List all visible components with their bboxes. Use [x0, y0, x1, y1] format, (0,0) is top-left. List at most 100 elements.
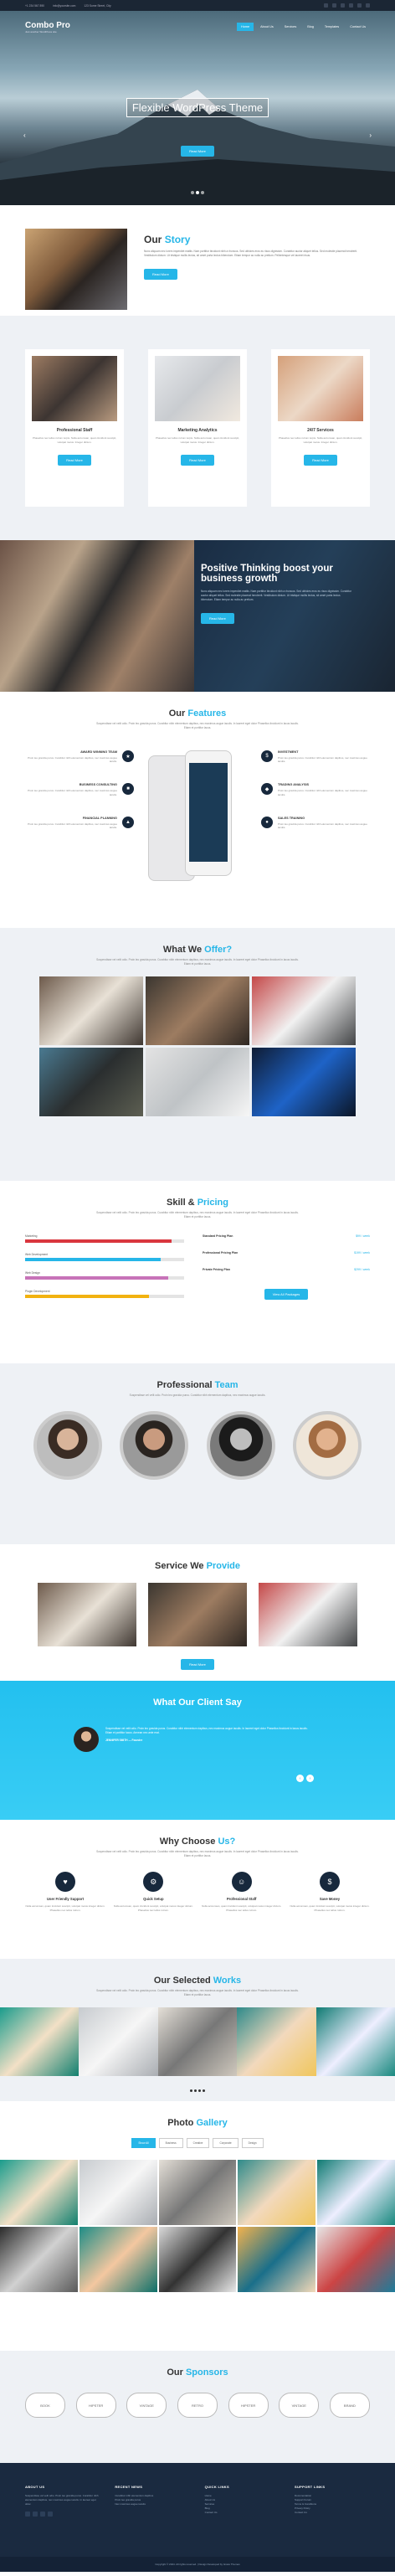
footer-link[interactable]: Contact Us [295, 2511, 370, 2515]
facebook-icon[interactable] [25, 2512, 30, 2517]
facebook-icon[interactable] [324, 3, 328, 8]
sponsor-logo[interactable]: VINTAGE [279, 2393, 320, 2418]
hero-read-more-button[interactable]: Read More [181, 146, 214, 157]
gallery-tab-corporate[interactable]: Corporate [213, 2138, 239, 2148]
sponsor-logo[interactable]: VINTAGE [126, 2393, 167, 2418]
skill-fill [25, 1276, 168, 1280]
card-text: Phasellus nec tellus rutrum turpis. Null… [155, 436, 240, 444]
gallery-image[interactable] [158, 2227, 237, 2292]
gallery-image[interactable] [158, 2160, 237, 2225]
offer-image[interactable] [252, 1048, 356, 1116]
menu-item-contact[interactable]: Contact Us [346, 23, 370, 31]
story-read-more-button[interactable]: Read More [144, 269, 177, 280]
offer-image[interactable] [39, 976, 143, 1045]
service-image[interactable] [148, 1583, 247, 1646]
work-image[interactable] [79, 2007, 158, 2076]
sponsor-logos: BOOK HIPSTER VINTAGE RETRO HIPSTER VINTA… [0, 2393, 395, 2418]
offer-image[interactable] [252, 976, 356, 1045]
linkedin-icon[interactable] [40, 2512, 45, 2517]
slider-next-icon[interactable]: › [369, 131, 372, 139]
pinterest-icon[interactable] [357, 3, 362, 8]
gallery-tab-all[interactable]: Show All [131, 2138, 156, 2148]
team-member-avatar[interactable] [120, 1411, 189, 1480]
work-image[interactable] [237, 2007, 316, 2076]
works-dot[interactable] [194, 2089, 197, 2092]
card-read-more-button[interactable]: Read More [304, 455, 337, 466]
sponsor-logo[interactable]: BOOK [25, 2393, 65, 2418]
sponsor-logo[interactable]: HIPSTER [228, 2393, 269, 2418]
feature-item: ★ AWARD WINNING TEAM Proin leo gravida pur… [25, 750, 134, 763]
slider-prev-icon[interactable]: ‹ [23, 131, 26, 139]
team-member-avatar[interactable] [33, 1411, 102, 1480]
what-we-offer-section: What We Offer? Suspendisse vel velit odi… [0, 928, 395, 1181]
sponsor-logo[interactable]: RETRO [177, 2393, 218, 2418]
works-dot[interactable] [190, 2089, 192, 2092]
card-read-more-button[interactable]: Read More [181, 455, 214, 466]
menu-item-services[interactable]: Services [280, 23, 301, 31]
gallery-image[interactable] [79, 2160, 157, 2225]
gallery-image[interactable] [317, 2160, 395, 2225]
google-plus-icon[interactable] [349, 3, 353, 8]
works-dot[interactable] [203, 2089, 205, 2092]
gallery-tab-business[interactable]: Business [158, 2138, 183, 2148]
gallery-image[interactable] [238, 2227, 316, 2292]
services-read-more-button[interactable]: Read More [181, 1659, 214, 1670]
sponsor-logo[interactable]: HIPSTER [75, 2393, 116, 2418]
sponsor-logo[interactable]: BRAND [329, 2393, 370, 2418]
offer-image[interactable] [146, 976, 249, 1045]
gallery-image[interactable] [0, 2227, 78, 2292]
offer-image[interactable] [39, 1048, 143, 1116]
view-packages-button[interactable]: View All Packages [264, 1289, 309, 1300]
slider-dot[interactable] [191, 191, 194, 194]
top-bar: +1 234 567 890 info@yoursite.com 123 Som… [0, 0, 395, 11]
testimonial-prev-icon[interactable]: ‹ [296, 1775, 304, 1782]
slider-dot[interactable] [201, 191, 204, 194]
news-link[interactable]: Nec maximus augue iaculis [115, 2502, 190, 2506]
card-professional-staff: Professional Staff Phasellus nec tellus … [25, 349, 124, 507]
footer-link[interactable]: Contact Us [205, 2511, 280, 2515]
feature-text: Proin leo gravida purus. Curabitur nibh … [278, 789, 367, 796]
card-read-more-button[interactable]: Read More [58, 455, 91, 466]
gallery-image[interactable] [238, 2160, 316, 2225]
footer-heading: QUICK LINKS [204, 2485, 229, 2489]
twitter-icon[interactable] [33, 2512, 38, 2517]
news-list: Curabitur nibh elementum dapibus Proin l… [115, 2494, 190, 2506]
testimonial-next-icon[interactable]: › [306, 1775, 314, 1782]
linkedin-icon[interactable] [341, 3, 345, 8]
twitter-icon[interactable] [332, 3, 336, 8]
feature-text: Proin leo gravida purus. Curabitur nibh … [28, 756, 117, 764]
menu-item-about[interactable]: About Us [256, 23, 278, 31]
team-member-avatar[interactable] [206, 1411, 275, 1480]
menu-item-blog[interactable]: Blog [303, 23, 318, 31]
instagram-icon[interactable] [366, 3, 370, 8]
menu-item-templates[interactable]: Templates [321, 23, 343, 31]
work-image[interactable] [0, 2007, 80, 2076]
feature-title: TRADING ANALYSIS [278, 783, 310, 787]
feature-item: ◆ TRADING ANALYSIS Proin leo gravida purus… [261, 783, 370, 796]
menu-item-home[interactable]: Home [236, 23, 254, 31]
gallery-image[interactable] [79, 2227, 157, 2292]
card-marketing-analytics: Marketing Analytics Phasellus nec tellus… [148, 349, 247, 507]
offer-image[interactable] [146, 1048, 249, 1116]
service-we-provide-section: Service We Provide Read More [0, 1544, 395, 1681]
gallery-image[interactable] [317, 2227, 395, 2292]
service-image[interactable] [259, 1583, 357, 1646]
gallery-image[interactable] [0, 2160, 78, 2225]
skill-label: Marketing [25, 1234, 38, 1238]
quick-links-list: Home About Us Services Blog Contact Us [205, 2494, 280, 2515]
work-image[interactable] [315, 2007, 395, 2076]
positive-read-more-button[interactable]: Read More [201, 613, 234, 624]
gallery-tab-design[interactable]: Design [241, 2138, 264, 2148]
slider-dot[interactable] [196, 191, 199, 194]
feature-title: INVESTMENT [278, 750, 299, 754]
why-item: ♥ User Friendly Support Nulla accumsan, qu… [25, 1872, 105, 1912]
footer-columns: ABOUT US Suspendisse vel velit odio. Pro… [25, 2485, 370, 2517]
works-dot[interactable] [198, 2089, 201, 2092]
service-image[interactable] [38, 1583, 136, 1646]
team-member-avatar[interactable] [292, 1411, 362, 1480]
gallery-tab-creative[interactable]: Creative [186, 2138, 210, 2148]
google-plus-icon[interactable] [48, 2512, 53, 2517]
work-image[interactable] [157, 2007, 238, 2076]
site-logo[interactable]: Combo Pro Just another WordPress site [25, 21, 70, 33]
features-subtitle: Suspendisse vel velit odio. Proin leo gr… [96, 722, 299, 729]
